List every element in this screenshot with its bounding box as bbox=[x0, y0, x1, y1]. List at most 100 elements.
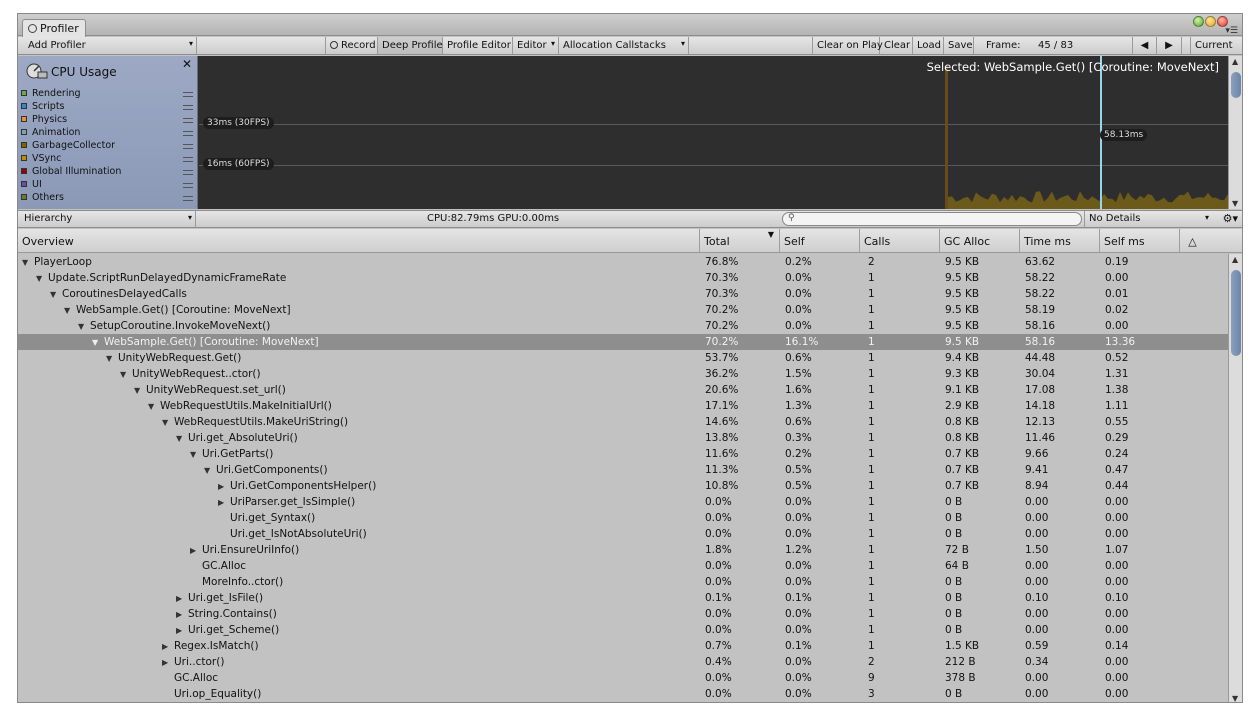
expanded-arrow-icon[interactable]: ▼ bbox=[190, 447, 202, 463]
expanded-arrow-icon[interactable]: ▼ bbox=[106, 351, 118, 367]
legend-item[interactable]: Physics bbox=[21, 114, 193, 127]
legend-item[interactable]: GarbageCollector bbox=[21, 140, 193, 153]
expanded-arrow-icon[interactable]: ▼ bbox=[134, 383, 146, 399]
col-calls[interactable]: Calls bbox=[859, 229, 939, 252]
load-button[interactable]: Load bbox=[913, 37, 944, 54]
table-row[interactable]: ▶ Uri.EnsureUriInfo() 1.8% 1.2% 1 72 B 1.50 1.0… bbox=[18, 542, 1228, 558]
expanded-arrow-icon[interactable]: ▼ bbox=[148, 399, 160, 415]
legend-item[interactable]: Animation bbox=[21, 127, 193, 140]
legend-item[interactable]: Rendering bbox=[21, 88, 193, 101]
table-row[interactable]: ▶ Uri.get_IsFile() 0.1% 0.1% 1 0 B 0.10 0.10 bbox=[18, 590, 1228, 606]
drag-handle-icon[interactable] bbox=[183, 144, 193, 149]
drag-handle-icon[interactable] bbox=[183, 92, 193, 97]
graph-plot[interactable]: 33ms (30FPS) 16ms (60FPS) Selected: WebS… bbox=[199, 56, 1229, 209]
expanded-arrow-icon[interactable]: ▼ bbox=[204, 463, 216, 479]
search-input[interactable]: ⚲ bbox=[782, 212, 1082, 226]
deep-profile-button[interactable]: Deep Profile bbox=[378, 37, 443, 54]
save-button[interactable]: Save bbox=[944, 37, 974, 54]
table-row[interactable]: ▼ UnityWebRequest..ctor() 36.2% 1.5% 1 9.3 KB… bbox=[18, 366, 1228, 382]
drag-handle-icon[interactable] bbox=[183, 183, 193, 188]
table-row[interactable]: Uri.get_IsNotAbsoluteUri() 0.0% 0.0% 1 0 B 0.… bbox=[18, 526, 1228, 542]
col-self-ms[interactable]: Self ms bbox=[1099, 229, 1179, 252]
scroll-up-icon[interactable]: ▲ bbox=[1232, 255, 1238, 264]
hierarchy-view-dropdown[interactable]: Hierarchy bbox=[18, 211, 196, 227]
drag-handle-icon[interactable] bbox=[183, 170, 193, 175]
col-gc-alloc[interactable]: GC Alloc bbox=[939, 229, 1019, 252]
allocation-callstacks-dropdown[interactable]: Allocation Callstacks bbox=[559, 37, 689, 54]
expanded-arrow-icon[interactable]: ▼ bbox=[162, 415, 174, 431]
graph-scrollbar[interactable]: ▲ ▼ bbox=[1228, 56, 1242, 209]
minimize-icon[interactable] bbox=[1193, 16, 1204, 27]
tab-profiler[interactable]: Profiler bbox=[22, 19, 86, 37]
col-self[interactable]: Self bbox=[779, 229, 859, 252]
drag-handle-icon[interactable] bbox=[183, 196, 193, 201]
clear-on-play-button[interactable]: Clear on Play bbox=[812, 37, 883, 54]
table-scrollbar[interactable]: ▲ ▼ bbox=[1228, 254, 1242, 702]
clear-button[interactable]: Clear bbox=[880, 37, 913, 54]
legend-item[interactable]: Scripts bbox=[21, 101, 193, 114]
collapsed-arrow-icon[interactable]: ▶ bbox=[162, 655, 174, 671]
expanded-arrow-icon[interactable]: ▼ bbox=[92, 335, 104, 351]
collapsed-arrow-icon[interactable]: ▶ bbox=[218, 495, 230, 511]
table-row[interactable]: ▼ CoroutinesDelayedCalls 70.3% 0.0% 1 9.5 KB 5… bbox=[18, 286, 1228, 302]
table-row[interactable]: Uri.op_Equality() 0.0% 0.0% 3 0 B 0.00 0.00 bbox=[18, 686, 1228, 702]
collapsed-arrow-icon[interactable]: ▶ bbox=[218, 479, 230, 495]
profile-editor-button[interactable]: Profile Editor bbox=[443, 37, 513, 54]
table-row[interactable]: ▼ WebRequestUtils.MakeInitialUrl() 17.1% 1.… bbox=[18, 398, 1228, 414]
current-frame-button[interactable]: Current bbox=[1190, 37, 1242, 54]
expanded-arrow-icon[interactable]: ▼ bbox=[22, 255, 34, 271]
legend-item[interactable]: UI bbox=[21, 179, 193, 192]
table-row[interactable]: GC.Alloc 0.0% 0.0% 1 64 B 0.00 0.00 bbox=[18, 558, 1228, 574]
table-row[interactable]: GC.Alloc 0.0% 0.0% 9 378 B 0.00 0.00 bbox=[18, 670, 1228, 686]
col-warning[interactable]: △ bbox=[1179, 229, 1205, 252]
table-scroll-thumb[interactable] bbox=[1231, 270, 1241, 356]
col-total[interactable]: Total ▼ bbox=[699, 229, 779, 252]
gear-icon[interactable]: ⚙▾ bbox=[1223, 212, 1238, 225]
collapsed-arrow-icon[interactable]: ▶ bbox=[190, 543, 202, 559]
table-row[interactable]: MoreInfo..ctor() 0.0% 0.0% 1 0 B 0.00 0.00 bbox=[18, 574, 1228, 590]
expanded-arrow-icon[interactable]: ▼ bbox=[36, 271, 48, 287]
editor-dropdown[interactable]: Editor bbox=[513, 37, 559, 54]
graph-scroll-thumb[interactable] bbox=[1231, 72, 1241, 98]
table-row[interactable]: ▼ UnityWebRequest.set_url() 20.6% 1.6% 1 9.1 … bbox=[18, 382, 1228, 398]
table-row-selected[interactable]: ▼ WebSample.Get() [Coroutine: MoveNext] 70… bbox=[18, 334, 1228, 350]
legend-item[interactable]: VSync bbox=[21, 153, 193, 166]
col-overview[interactable]: Overview bbox=[18, 229, 699, 252]
table-row[interactable]: ▼ Update.ScriptRunDelayedDynamicFrameRate… bbox=[18, 270, 1228, 286]
scroll-up-icon[interactable]: ▲ bbox=[1232, 57, 1238, 66]
table-row[interactable]: ▶ Uri.GetComponentsHelper() 10.8% 0.5% 1 0.7 … bbox=[18, 478, 1228, 494]
collapsed-arrow-icon[interactable]: ▶ bbox=[176, 591, 188, 607]
prev-frame-button[interactable]: ◀ bbox=[1132, 37, 1157, 54]
table-row[interactable]: ▶ Uri.get_Scheme() 0.0% 0.0% 1 0 B 0.00 0.00 bbox=[18, 622, 1228, 638]
table-row[interactable]: ▼ SetupCoroutine.InvokeMoveNext() 70.2% 0.0… bbox=[18, 318, 1228, 334]
table-row[interactable]: Uri.get_Syntax() 0.0% 0.0% 1 0 B 0.00 0.00 bbox=[18, 510, 1228, 526]
table-row[interactable]: ▼ Uri.get_AbsoluteUri() 13.8% 0.3% 1 0.8 KB 11… bbox=[18, 430, 1228, 446]
scroll-down-icon[interactable]: ▼ bbox=[1232, 199, 1238, 208]
drag-handle-icon[interactable] bbox=[183, 105, 193, 110]
expanded-arrow-icon[interactable]: ▼ bbox=[120, 367, 132, 383]
details-dropdown[interactable]: No Details bbox=[1084, 211, 1212, 227]
expanded-arrow-icon[interactable]: ▼ bbox=[78, 319, 90, 335]
collapsed-arrow-icon[interactable]: ▶ bbox=[176, 607, 188, 623]
maximize-icon[interactable] bbox=[1205, 16, 1216, 27]
drag-handle-icon[interactable] bbox=[183, 118, 193, 123]
table-row[interactable]: ▼ WebSample.Get() [Coroutine: MoveNext] 70… bbox=[18, 302, 1228, 318]
next-frame-button[interactable]: ▶ bbox=[1157, 37, 1182, 54]
expanded-arrow-icon[interactable]: ▼ bbox=[50, 287, 62, 303]
expanded-arrow-icon[interactable]: ▼ bbox=[64, 303, 76, 319]
drag-handle-icon[interactable] bbox=[183, 157, 193, 162]
record-button[interactable]: Record bbox=[325, 37, 378, 54]
collapsed-arrow-icon[interactable]: ▶ bbox=[176, 623, 188, 639]
table-row[interactable]: ▶ Uri..ctor() 0.4% 0.0% 2 212 B 0.34 0.00 bbox=[18, 654, 1228, 670]
table-row[interactable]: ▼ UnityWebRequest.Get() 53.7% 0.6% 1 9.4 KB 44… bbox=[18, 350, 1228, 366]
table-row[interactable]: ▶ UriParser.get_IsSimple() 0.0% 0.0% 1 0 B 0.0… bbox=[18, 494, 1228, 510]
col-time-ms[interactable]: Time ms bbox=[1019, 229, 1099, 252]
table-row[interactable]: ▶ Regex.IsMatch() 0.7% 0.1% 1 1.5 KB 0.59 0.14 bbox=[18, 638, 1228, 654]
legend-item[interactable]: Global Illumination bbox=[21, 166, 193, 179]
table-row[interactable]: ▼ Uri.GetComponents() 11.3% 0.5% 1 0.7 KB 9.41… bbox=[18, 462, 1228, 478]
panel-menu-icon[interactable]: ▾☰ bbox=[1225, 26, 1238, 36]
legend-item[interactable]: Others bbox=[21, 192, 193, 205]
scroll-down-icon[interactable]: ▼ bbox=[1232, 694, 1238, 702]
table-row[interactable]: ▼ WebRequestUtils.MakeUriString() 14.6% 0.6… bbox=[18, 414, 1228, 430]
table-row[interactable]: ▼ PlayerLoop 76.8% 0.2% 2 9.5 KB 63.62 0.19 bbox=[18, 254, 1228, 270]
